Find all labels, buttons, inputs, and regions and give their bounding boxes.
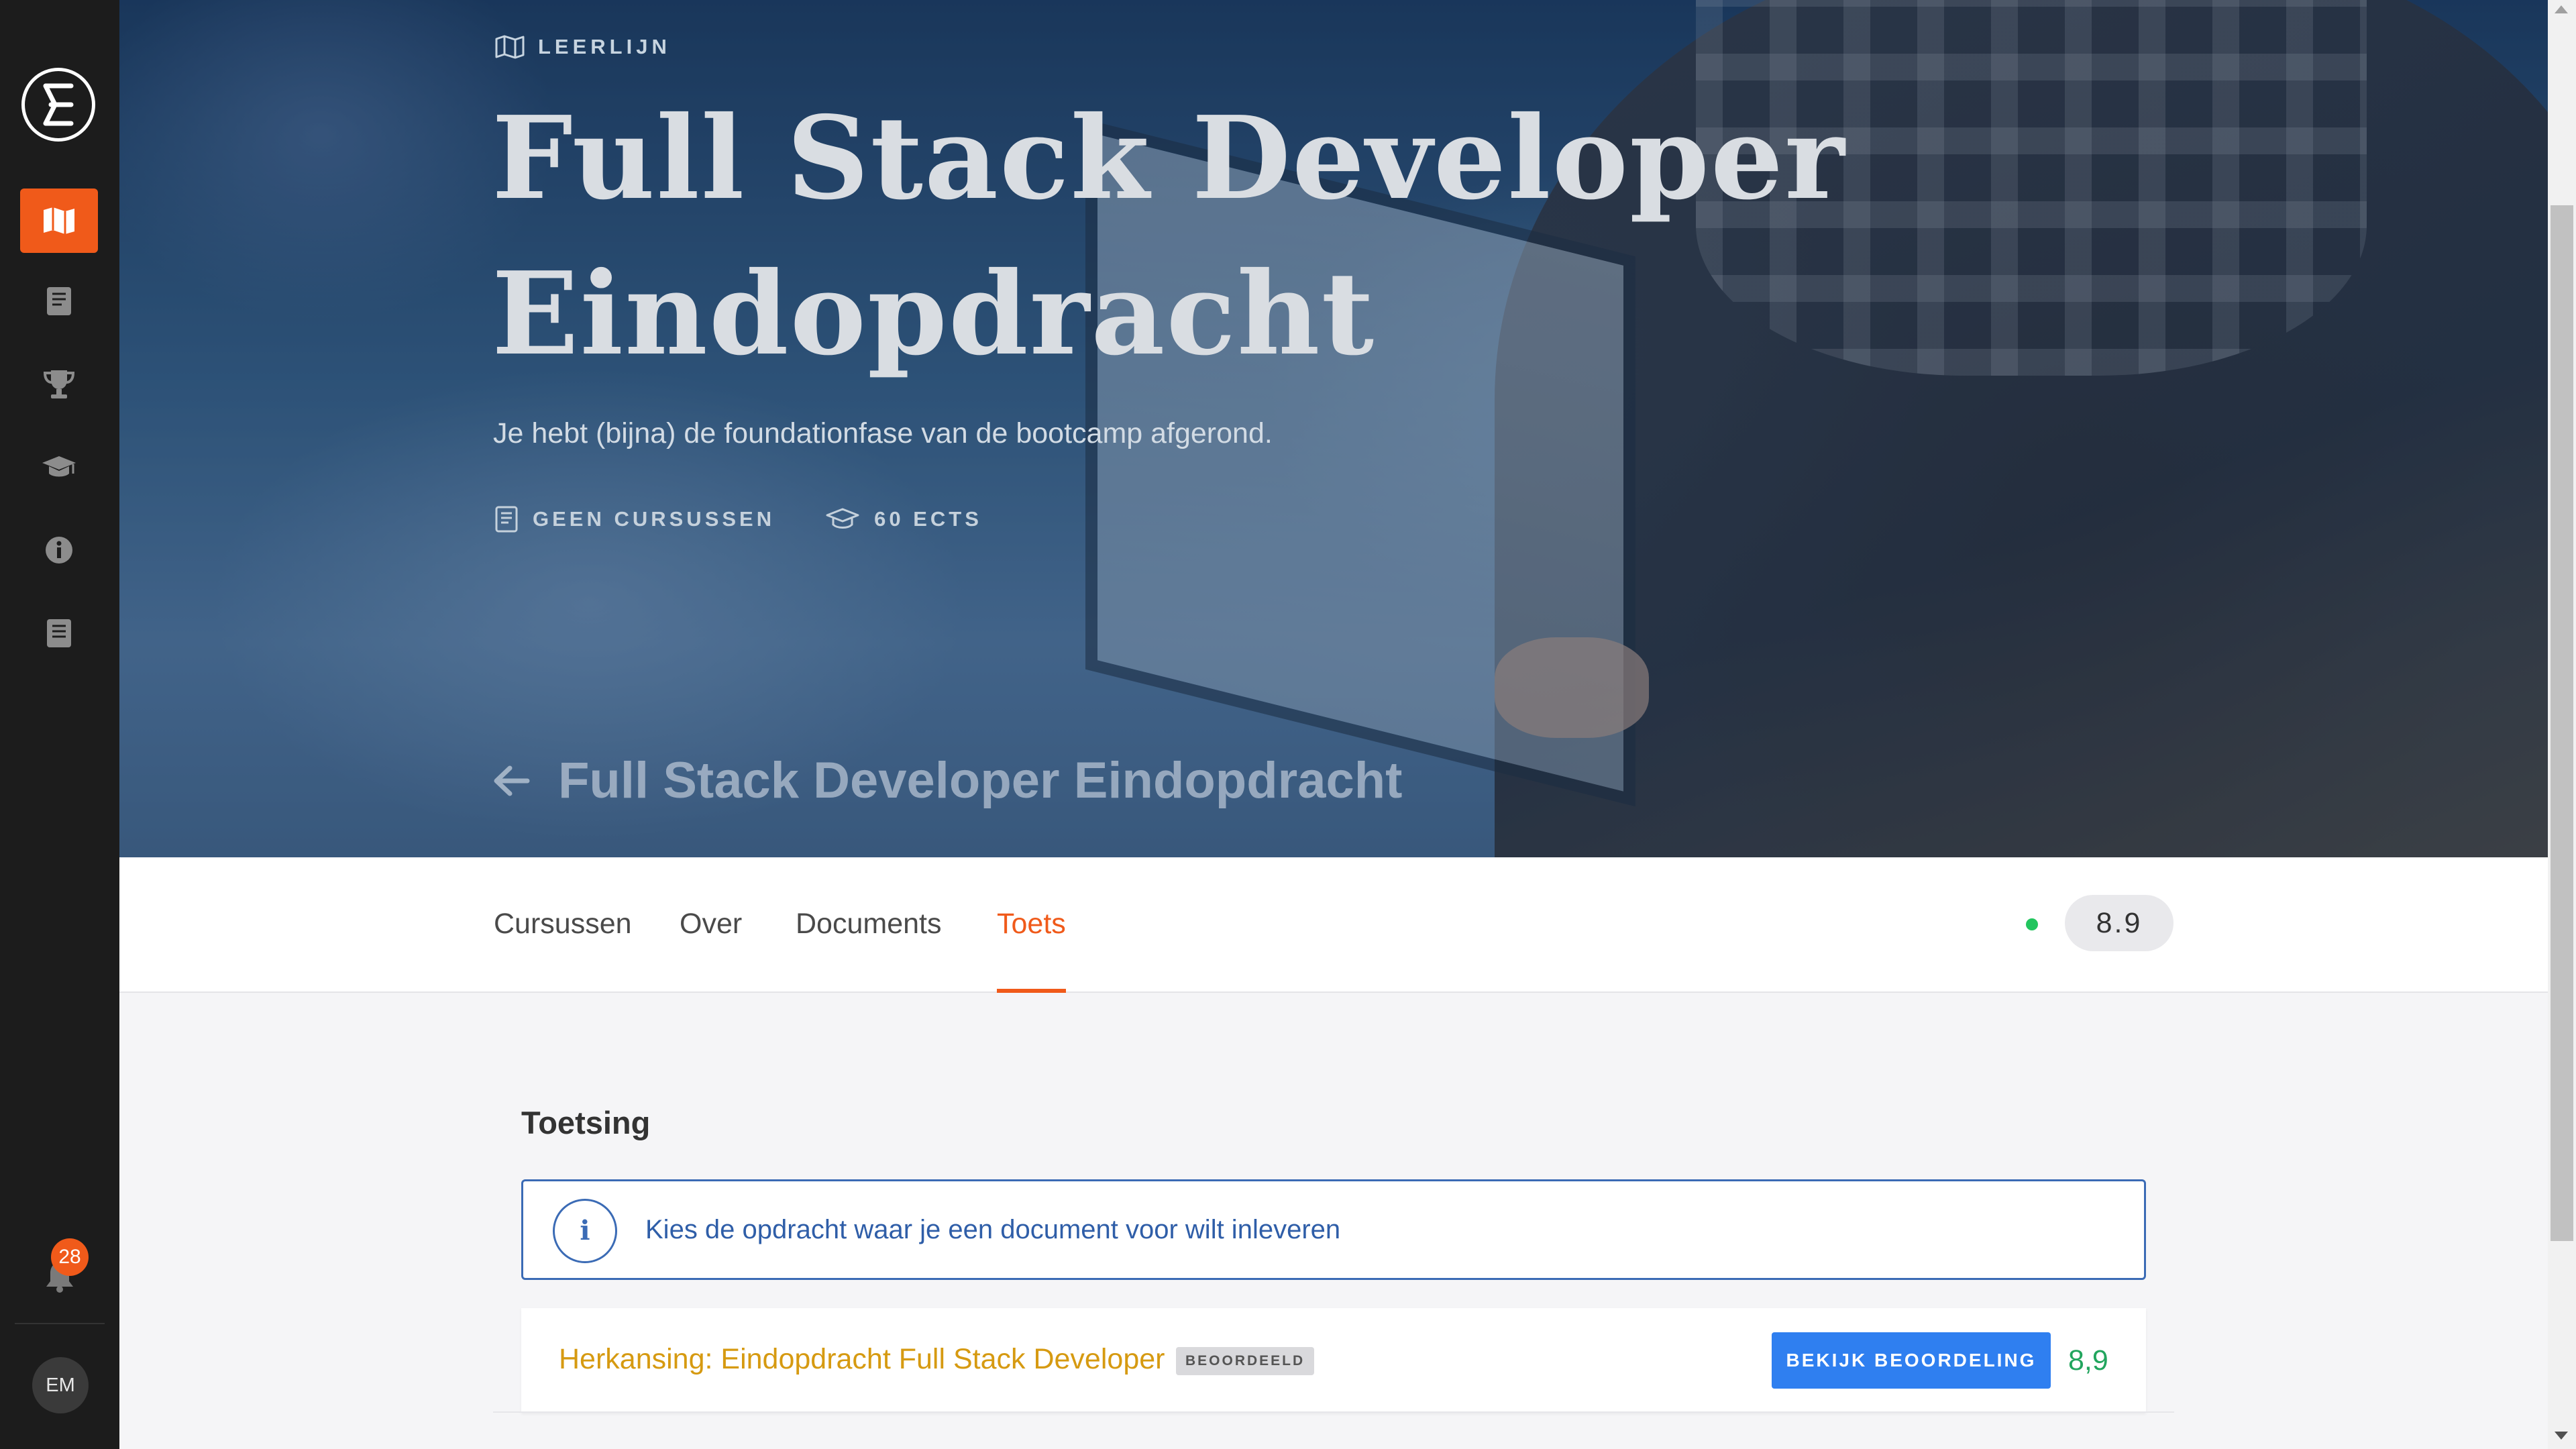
meta-courses: GEEN CURSUSSEN <box>495 506 775 533</box>
tab-documents[interactable]: Documents <box>796 857 941 993</box>
assignment-row: Herkansing: Eindopdracht Full Stack Deve… <box>521 1308 2146 1413</box>
document-icon <box>47 619 71 647</box>
sidebar-item-education[interactable] <box>20 435 98 499</box>
page-title: Full Stack Developer Eindopdracht <box>492 80 2035 392</box>
sidebar-item-info[interactable] <box>20 518 98 582</box>
book-icon <box>47 287 71 315</box>
view-grade-button[interactable]: BEKIJK BEOORDELING <box>1772 1332 2051 1389</box>
grade-pill: 8.9 <box>2065 895 2174 951</box>
trophy-icon <box>43 370 75 398</box>
graduation-cap-icon <box>42 456 76 477</box>
status-badge: BEOORDEELD <box>1176 1347 1315 1375</box>
sidebar-item-documents[interactable] <box>20 601 98 665</box>
assignment-grade: 8,9 <box>2068 1344 2108 1377</box>
page-title-line-2: Eindopdracht <box>492 247 1376 381</box>
scrollbar-thumb[interactable] <box>2551 205 2573 1241</box>
row-divider <box>493 1411 2174 1413</box>
logo-icon <box>43 83 74 126</box>
sidebar: 28 EM <box>0 0 119 1449</box>
assignment-title[interactable]: Herkansing: Eindopdracht Full Stack Deve… <box>559 1343 1165 1376</box>
notification-count-badge: 28 <box>51 1238 89 1276</box>
hero-meta: GEEN CURSUSSEN 60 ECTS <box>495 506 1033 533</box>
meta-ects: 60 ECTS <box>826 507 982 531</box>
back-navigation[interactable]: Full Stack Developer Eindopdracht <box>492 751 1403 810</box>
tab-toets[interactable]: Toets <box>997 857 1066 993</box>
info-circle-icon: i <box>553 1199 617 1263</box>
tab-bar: Cursussen Over Documents Toets <box>119 857 2548 993</box>
sidebar-item-achievements[interactable] <box>20 352 98 417</box>
sidebar-item-courses[interactable] <box>20 269 98 333</box>
map-icon <box>44 207 74 234</box>
graduation-cap-outline-icon <box>826 508 859 529</box>
meta-courses-text: GEEN CURSUSSEN <box>533 507 775 531</box>
info-icon <box>46 537 72 564</box>
info-alert-text: Kies de opdracht waar je een document vo… <box>645 1215 1341 1244</box>
tab-cursussen[interactable]: Cursussen <box>494 857 632 993</box>
hero-label: LEERLIJN <box>495 35 671 59</box>
grade-status-dot <box>2026 918 2038 930</box>
hero-description: Je hebt (bijna) de foundationfase van de… <box>493 417 1273 449</box>
meta-ects-text: 60 ECTS <box>874 507 982 531</box>
page-title-line-1: Full Stack Developer <box>492 91 1846 225</box>
section-title: Toetsing <box>521 1105 651 1140</box>
user-avatar[interactable]: EM <box>32 1357 89 1413</box>
hero-banner: LEERLIJN Full Stack Developer Eindopdrac… <box>119 0 2548 857</box>
book-outline-icon <box>495 506 518 533</box>
back-navigation-title: Full Stack Developer Eindopdracht <box>558 752 1403 809</box>
sidebar-item-leerlijnen[interactable] <box>20 189 98 253</box>
scroll-down-arrow-icon[interactable] <box>2555 1432 2568 1440</box>
tab-over[interactable]: Over <box>680 857 742 993</box>
hero-label-text: LEERLIJN <box>538 35 671 58</box>
info-alert: i Kies de opdracht waar je een document … <box>521 1179 2146 1280</box>
app-logo[interactable] <box>21 68 95 142</box>
scroll-up-arrow-icon[interactable] <box>2555 5 2568 13</box>
arrow-left-icon <box>494 765 530 796</box>
map-outline-icon <box>495 35 525 59</box>
sidebar-divider <box>15 1323 105 1324</box>
